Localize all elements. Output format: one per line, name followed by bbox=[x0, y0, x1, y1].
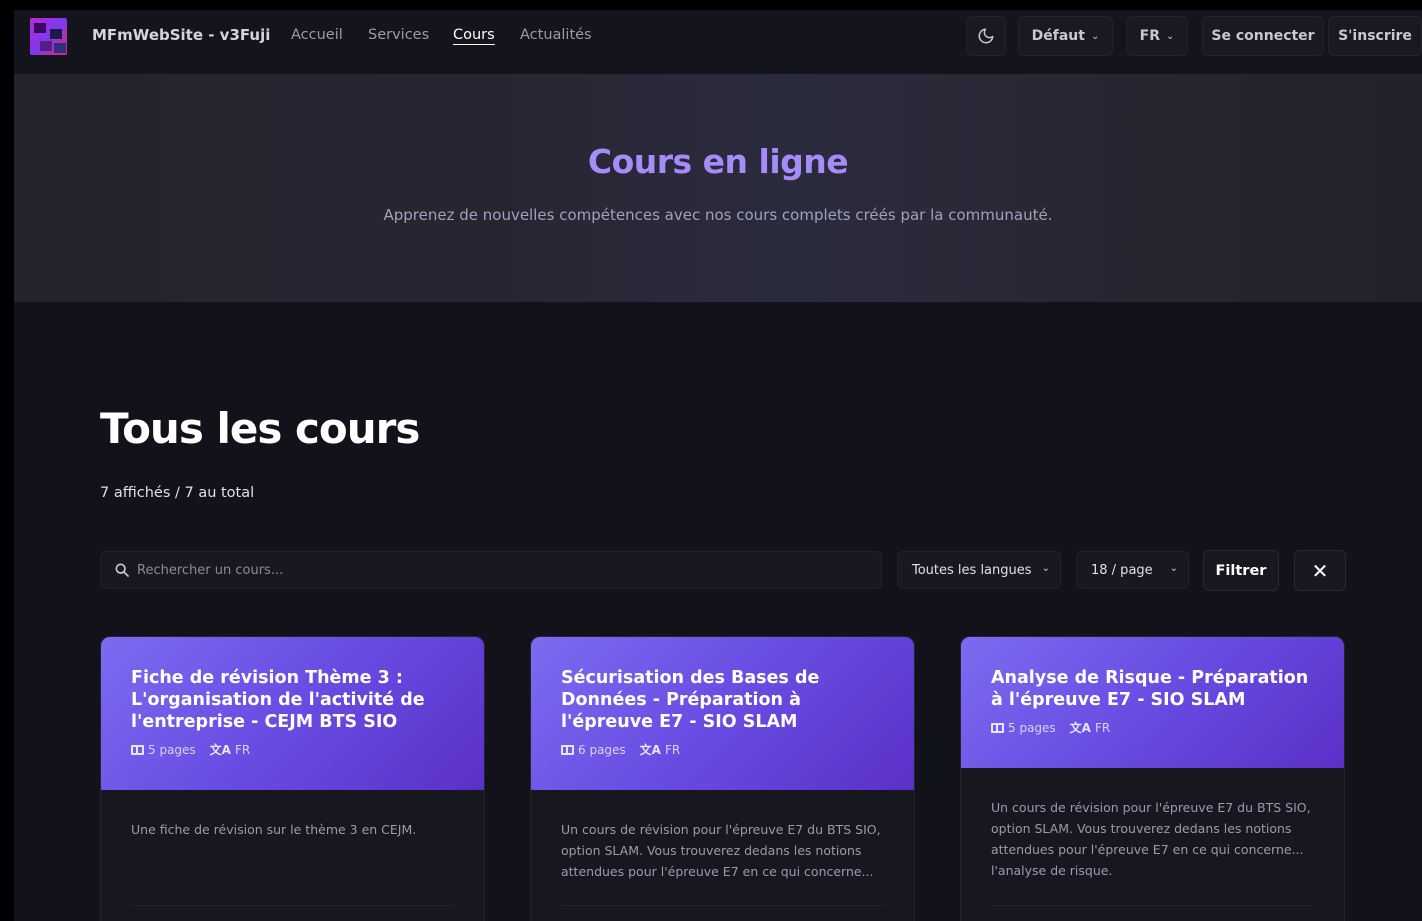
register-button[interactable]: S'inscrire bbox=[1328, 16, 1422, 56]
chevron-down-icon: ⌄ bbox=[1090, 30, 1100, 42]
clear-filters-button[interactable]: ✕ bbox=[1294, 550, 1346, 591]
book-icon bbox=[131, 744, 144, 755]
search-icon bbox=[115, 563, 129, 577]
translate-icon: 文A bbox=[1069, 721, 1091, 735]
chevron-down-icon: ⌄ bbox=[1169, 563, 1178, 574]
course-card-header: Fiche de révision Thème 3 : L'organisati… bbox=[101, 637, 484, 790]
language-select-value: FR bbox=[1139, 28, 1160, 44]
hero-subtitle: Apprenez de nouvelles compétences avec n… bbox=[383, 206, 1053, 224]
course-meta: 5 pages 文A FR bbox=[991, 719, 1314, 736]
search-bar[interactable] bbox=[100, 551, 882, 589]
nav-link-services[interactable]: Services bbox=[368, 27, 429, 43]
course-language: FR bbox=[234, 742, 251, 757]
course-description: Un cours de révision pour l'épreuve E7 d… bbox=[561, 822, 881, 879]
site-logo[interactable] bbox=[30, 18, 67, 55]
course-card[interactable]: Sécurisation des Bases de Données - Prép… bbox=[530, 636, 915, 921]
course-meta: 6 pages 文A FR bbox=[561, 741, 884, 758]
card-divider bbox=[991, 905, 1314, 906]
hero-banner: Cours en ligne Apprenez de nouvelles com… bbox=[14, 74, 1422, 302]
nav-link-cours[interactable]: Cours bbox=[453, 27, 495, 43]
course-title[interactable]: Sécurisation des Bases de Données - Prép… bbox=[561, 667, 884, 733]
course-card-header: Sécurisation des Bases de Données - Prép… bbox=[531, 637, 914, 790]
course-pages: 5 pages bbox=[1008, 720, 1056, 735]
brand-name[interactable]: MFmWebSite - v3Fuji bbox=[92, 26, 270, 44]
results-count: 7 affichés / 7 au total bbox=[100, 485, 255, 501]
filter-button[interactable]: Filtrer bbox=[1203, 550, 1279, 591]
app-window: MFmWebSite - v3Fuji Accueil Services Cou… bbox=[14, 10, 1422, 921]
nav-link-actualites[interactable]: Actualités bbox=[520, 27, 592, 43]
theme-select[interactable]: Défaut ⌄ bbox=[1018, 16, 1113, 56]
per-page-select[interactable]: 18 / page ⌄ bbox=[1076, 551, 1189, 589]
book-icon bbox=[561, 744, 574, 755]
course-card[interactable]: Fiche de révision Thème 3 : L'organisati… bbox=[100, 636, 485, 921]
course-pages: 6 pages bbox=[578, 742, 626, 757]
theme-toggle-button[interactable] bbox=[966, 16, 1006, 56]
course-title[interactable]: Analyse de Risque - Préparation à l'épre… bbox=[991, 667, 1314, 711]
course-language: FR bbox=[664, 742, 681, 757]
language-filter-value: Toutes les langues bbox=[912, 562, 1032, 578]
search-input[interactable] bbox=[137, 552, 857, 588]
page-title: Tous les cours bbox=[100, 404, 420, 453]
course-card[interactable]: Analyse de Risque - Préparation à l'épre… bbox=[960, 636, 1345, 921]
close-icon: ✕ bbox=[1311, 558, 1329, 583]
translate-icon: 文A bbox=[639, 743, 661, 757]
course-card-header: Analyse de Risque - Préparation à l'épre… bbox=[961, 637, 1344, 768]
per-page-value: 18 / page bbox=[1091, 562, 1153, 578]
login-button[interactable]: Se connecter bbox=[1202, 16, 1324, 56]
course-meta: 5 pages 文A FR bbox=[131, 741, 454, 758]
theme-select-value: Défaut bbox=[1031, 28, 1085, 44]
course-description: Un cours de révision pour l'épreuve E7 d… bbox=[991, 800, 1311, 878]
chevron-down-icon: ⌄ bbox=[1041, 563, 1050, 574]
top-navbar: MFmWebSite - v3Fuji Accueil Services Cou… bbox=[14, 10, 1422, 74]
language-select[interactable]: FR ⌄ bbox=[1126, 16, 1188, 56]
course-pages: 5 pages bbox=[148, 742, 196, 757]
hero-title: Cours en ligne bbox=[587, 142, 849, 181]
book-icon bbox=[991, 722, 1004, 733]
language-filter-select[interactable]: Toutes les langues ⌄ bbox=[897, 551, 1061, 589]
nav-link-accueil[interactable]: Accueil bbox=[291, 27, 343, 43]
moon-icon bbox=[978, 28, 994, 44]
course-description: Une fiche de révision sur le thème 3 en … bbox=[131, 822, 417, 837]
card-divider bbox=[561, 905, 884, 906]
translate-icon: 文A bbox=[209, 743, 231, 757]
card-divider bbox=[131, 905, 454, 906]
course-language: FR bbox=[1094, 720, 1111, 735]
chevron-down-icon: ⌄ bbox=[1165, 30, 1175, 42]
course-title[interactable]: Fiche de révision Thème 3 : L'organisati… bbox=[131, 667, 454, 733]
